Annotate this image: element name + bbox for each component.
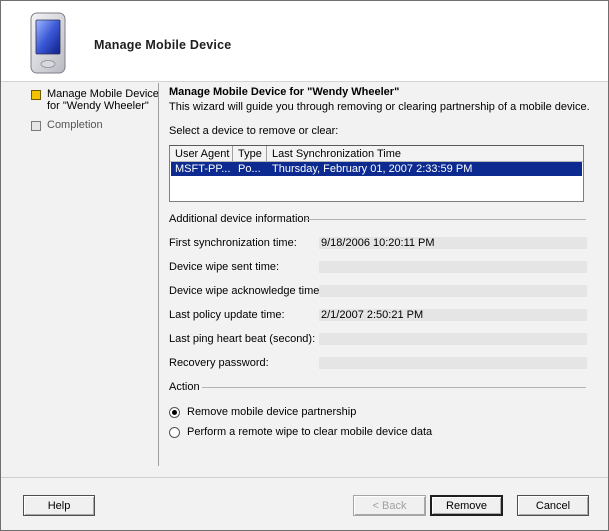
column-user-agent[interactable]: User Agent <box>170 146 233 161</box>
wipe-ack-value <box>319 285 587 297</box>
wizard-header: Manage Mobile Device <box>1 1 608 82</box>
ping-heartbeat-value <box>319 333 587 345</box>
help-button[interactable]: Help <box>23 495 95 516</box>
cell-type: Po... <box>238 163 261 175</box>
device-list-label: Select a device to remove or clear: <box>169 125 339 137</box>
column-type[interactable]: Type <box>233 146 267 161</box>
wipe-sent-label: Device wipe sent time: <box>169 261 280 273</box>
wipe-ack-label: Device wipe acknowledge time: <box>169 285 323 297</box>
mobile-device-icon <box>30 12 66 74</box>
step-label: Manage Mobile Device for "Wendy Wheeler" <box>47 88 159 112</box>
header-title: Manage Mobile Device <box>94 38 232 52</box>
ping-heartbeat-label: Last ping heart beat (second): <box>169 333 316 345</box>
step-label: Completion <box>47 119 103 131</box>
column-last-sync[interactable]: Last Synchronization Time <box>267 146 583 161</box>
step-pending-marker <box>31 121 41 131</box>
action-heading: Action <box>169 381 200 393</box>
page-description: This wizard will guide you through remov… <box>169 101 590 113</box>
policy-update-label: Last policy update time: <box>169 309 285 321</box>
wizard-window: Manage Mobile Device Manage Mobile Devic… <box>0 0 609 531</box>
radio-label: Remove mobile device partnership <box>187 406 357 418</box>
recovery-password-label: Recovery password: <box>169 357 269 369</box>
page-title: Manage Mobile Device for "Wendy Wheeler" <box>169 86 400 98</box>
cell-user-agent: MSFT-PP... <box>175 163 231 175</box>
additional-info-rule <box>306 219 586 220</box>
back-button[interactable]: < Back <box>353 495 426 516</box>
device-list-header: User Agent Type Last Synchronization Tim… <box>170 146 583 162</box>
action-rule <box>202 387 586 388</box>
recovery-password-value <box>319 357 587 369</box>
pane-divider <box>158 83 159 466</box>
footer-divider <box>1 477 608 478</box>
radio-label: Perform a remote wipe to clear mobile de… <box>187 426 433 438</box>
first-sync-label: First synchronization time: <box>169 237 297 249</box>
policy-update-value: 2/1/2007 2:50:21 PM <box>319 309 587 321</box>
table-row[interactable]: MSFT-PP... Po... Thursday, February 01, … <box>171 162 582 176</box>
cancel-button[interactable]: Cancel <box>517 495 589 516</box>
step-active-marker <box>31 90 41 100</box>
device-list[interactable]: User Agent Type Last Synchronization Tim… <box>169 145 584 202</box>
radio-indicator <box>169 427 180 438</box>
wipe-sent-value <box>319 261 587 273</box>
first-sync-value: 9/18/2006 10:20:11 PM <box>319 237 587 249</box>
additional-info-heading: Additional device information <box>169 213 310 225</box>
remove-button[interactable]: Remove <box>430 495 503 516</box>
cell-last-sync: Thursday, February 01, 2007 2:33:59 PM <box>272 163 473 175</box>
radio-selected-indicator <box>169 407 180 418</box>
